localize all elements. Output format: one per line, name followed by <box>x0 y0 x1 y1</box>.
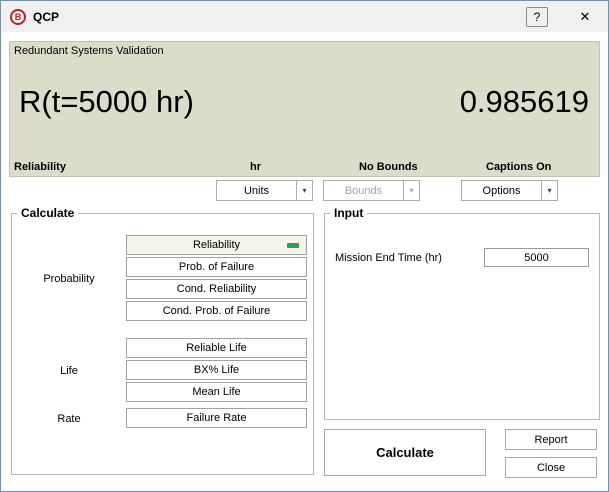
bounds-dropdown: Bounds ▾ <box>323 180 420 201</box>
failure-rate-button[interactable]: Failure Rate <box>126 408 307 428</box>
bx-life-button[interactable]: BX% Life <box>126 360 307 380</box>
reliable-life-button[interactable]: Reliable Life <box>126 338 307 358</box>
mean-life-button[interactable]: Mean Life <box>126 382 307 402</box>
close-button[interactable]: Close <box>505 457 597 478</box>
results-expression: R(t=5000 hr) <box>19 84 194 120</box>
cond-reliability-button-label: Cond. Reliability <box>177 283 256 295</box>
qcp-window: B QCP ? ✕ Redundant Systems Validation R… <box>0 0 609 492</box>
app-logo-icon: B <box>10 9 26 25</box>
rate-group: Rate Failure Rate <box>12 408 313 430</box>
footer-captions-label: Captions On <box>486 161 551 173</box>
cond-prob-of-failure-button-label: Cond. Prob. of Failure <box>163 305 271 317</box>
results-value: 0.985619 <box>460 84 589 120</box>
calculate-button[interactable]: Calculate <box>324 429 486 476</box>
mission-end-time-input[interactable] <box>484 248 589 267</box>
prob-of-failure-button[interactable]: Prob. of Failure <box>126 257 307 277</box>
rate-button-stack: Failure Rate <box>126 408 307 430</box>
selected-indicator <box>287 243 299 248</box>
input-panel-title: Input <box>330 206 367 220</box>
probability-button-stack: Reliability Prob. of Failure Cond. Relia… <box>126 235 307 323</box>
rate-group-label: Rate <box>12 408 126 430</box>
footer-units-label: hr <box>250 161 261 173</box>
mission-end-time-row: Mission End Time (hr) <box>325 248 599 267</box>
probability-group-label: Probability <box>12 235 126 323</box>
footer-metric-label: Reliability <box>14 161 66 173</box>
chevron-down-icon: ▾ <box>403 181 419 200</box>
reliable-life-button-label: Reliable Life <box>186 342 247 354</box>
calculate-panel: Calculate Probability Reliability Prob. … <box>11 213 314 475</box>
cond-reliability-button[interactable]: Cond. Reliability <box>126 279 307 299</box>
input-panel: Input Mission End Time (hr) <box>324 213 600 420</box>
report-button[interactable]: Report <box>505 429 597 450</box>
titlebar: B QCP ? ✕ <box>1 1 608 32</box>
life-group-label: Life <box>12 338 126 404</box>
units-dropdown-label: Units <box>217 181 296 200</box>
mean-life-button-label: Mean Life <box>192 386 240 398</box>
results-panel: Redundant Systems Validation R(t=5000 hr… <box>9 41 600 177</box>
cond-prob-of-failure-button[interactable]: Cond. Prob. of Failure <box>126 301 307 321</box>
bx-life-button-label: BX% Life <box>194 364 239 376</box>
app-logo-letter: B <box>15 12 22 22</box>
life-button-stack: Reliable Life BX% Life Mean Life <box>126 338 307 404</box>
results-caption: Redundant Systems Validation <box>14 45 164 57</box>
mission-end-time-label: Mission End Time (hr) <box>335 252 442 264</box>
life-group: Life Reliable Life BX% Life Mean Life <box>12 338 313 404</box>
options-dropdown-label: Options <box>462 181 541 200</box>
probability-group: Probability Reliability Prob. of Failure… <box>12 235 313 323</box>
close-icon[interactable]: ✕ <box>568 1 602 32</box>
prob-of-failure-button-label: Prob. of Failure <box>179 261 254 273</box>
window-title: QCP <box>33 10 59 24</box>
bounds-dropdown-label: Bounds <box>324 181 403 200</box>
help-icon[interactable]: ? <box>526 7 548 27</box>
calculate-panel-title: Calculate <box>17 206 78 220</box>
titlebar-controls: ? ✕ <box>526 1 608 32</box>
failure-rate-button-label: Failure Rate <box>187 412 247 424</box>
chevron-down-icon[interactable]: ▾ <box>296 181 312 200</box>
footer-bounds-label: No Bounds <box>359 161 418 173</box>
units-dropdown[interactable]: Units ▾ <box>216 180 313 201</box>
chevron-down-icon[interactable]: ▾ <box>541 181 557 200</box>
reliability-button[interactable]: Reliability <box>126 235 307 255</box>
reliability-button-label: Reliability <box>193 239 240 251</box>
options-dropdown[interactable]: Options ▾ <box>461 180 558 201</box>
